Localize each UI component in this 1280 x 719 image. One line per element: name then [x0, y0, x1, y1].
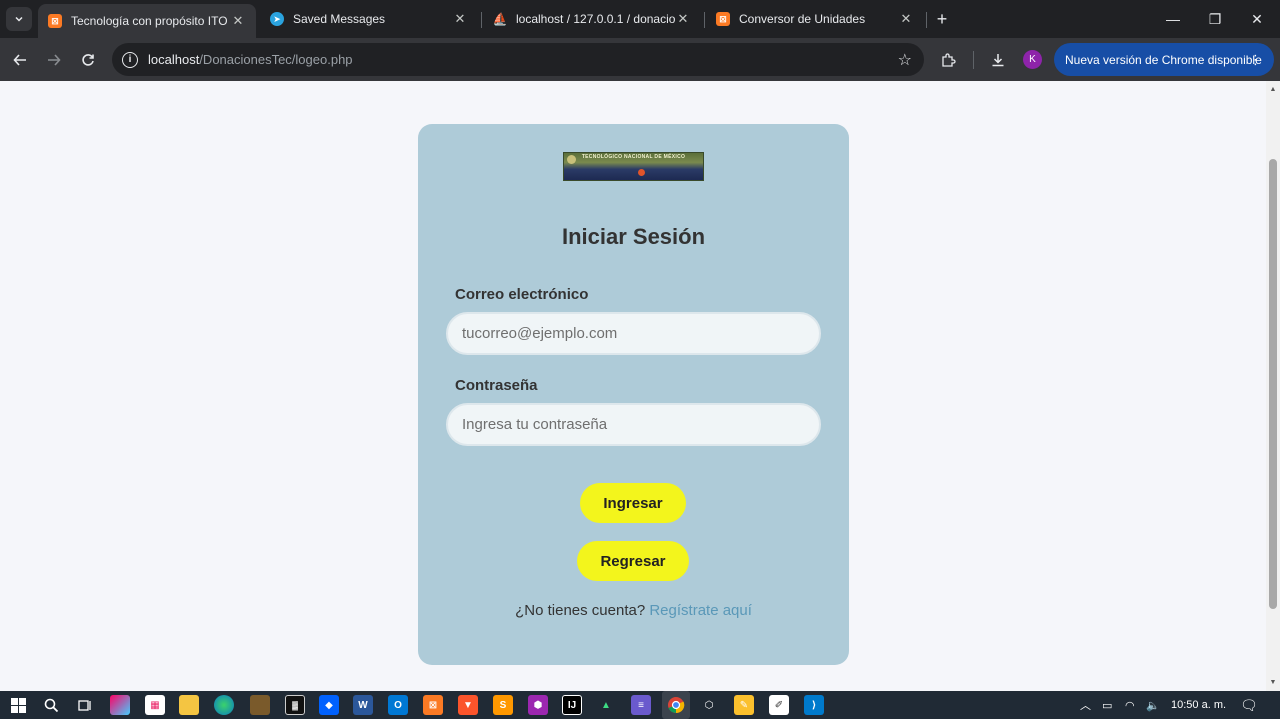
- address-bar[interactable]: i localhost/DonacionesTec/logeo.php ☆: [112, 43, 924, 76]
- phpmyadmin-icon: ⛵: [492, 12, 508, 26]
- scroll-up-icon[interactable]: ▲: [1269, 85, 1277, 93]
- download-icon[interactable]: [986, 48, 1010, 72]
- scroll-thumb[interactable]: [1269, 159, 1277, 609]
- task-view-icon[interactable]: [75, 695, 95, 715]
- tab-title: localhost / 127.0.0.1 / donacion: [516, 12, 675, 26]
- close-tab-icon[interactable]: ✕: [452, 11, 468, 27]
- login-card: TECNOLÓGICO NACIONAL DE MÉXICO Iniciar S…: [418, 124, 849, 665]
- windows-start-icon[interactable]: [8, 695, 28, 715]
- minecraft-icon[interactable]: [250, 695, 270, 715]
- virtualbox-icon[interactable]: ⬡: [699, 695, 719, 715]
- chevron-down-icon: [15, 16, 23, 22]
- telegram-icon: ➤: [270, 12, 284, 26]
- clock[interactable]: 10:50 a. m.: [1171, 691, 1226, 719]
- tab-conversor[interactable]: ⊠ Conversor de Unidades ✕: [706, 4, 924, 34]
- password-label: Contraseña: [455, 377, 538, 394]
- vscode-icon[interactable]: ⟩: [804, 695, 824, 715]
- tab-phpmyadmin[interactable]: ⛵ localhost / 127.0.0.1 / donacion ✕: [483, 4, 701, 34]
- dropbox-icon[interactable]: ◆: [319, 695, 339, 715]
- toolbar-divider: [973, 51, 974, 69]
- restore-icon[interactable]: ❐: [1192, 0, 1238, 38]
- xampp-icon: ⊠: [716, 12, 730, 26]
- register-link[interactable]: Regístrate aquí: [649, 602, 752, 619]
- app-bars-icon[interactable]: ≡: [631, 695, 651, 715]
- search-icon[interactable]: [41, 695, 61, 715]
- update-label: Nueva versión de Chrome disponible: [1065, 52, 1262, 67]
- email-field[interactable]: [446, 312, 821, 355]
- minimize-icon[interactable]: —: [1150, 0, 1196, 38]
- password-field[interactable]: [446, 403, 821, 446]
- page-scrollbar[interactable]: ▲ ▼: [1266, 81, 1280, 691]
- tab-title: Saved Messages: [293, 12, 386, 26]
- edge-icon[interactable]: [214, 695, 234, 715]
- close-window-icon[interactable]: ✕: [1234, 0, 1280, 38]
- back-arrow-icon[interactable]: [8, 48, 32, 72]
- file-explorer-icon[interactable]: [179, 695, 199, 715]
- xampp-icon[interactable]: ⊠: [423, 695, 443, 715]
- capcut-icon[interactable]: ▓: [285, 695, 305, 715]
- login-button[interactable]: Ingresar: [580, 483, 686, 523]
- browser-toolbar: i localhost/DonacionesTec/logeo.php ☆ K …: [0, 38, 1280, 81]
- tab-strip: ⊠ Tecnología con propósito ITO ✕ ➤ Saved…: [0, 0, 1280, 38]
- chrome-icon[interactable]: [662, 691, 690, 719]
- forward-arrow-icon[interactable]: [42, 48, 66, 72]
- app-cube-icon[interactable]: ⬢: [528, 695, 548, 715]
- register-prompt: ¿No tienes cuenta? Regístrate aquí: [418, 602, 849, 619]
- wifi-icon[interactable]: ◠: [1125, 691, 1135, 719]
- bookmark-star-icon[interactable]: ☆: [898, 50, 912, 70]
- more-vert-icon[interactable]: ⋮: [1249, 52, 1262, 68]
- back-button[interactable]: Regresar: [577, 541, 689, 581]
- logo-emblem-icon: [638, 169, 645, 176]
- tab-separator: [481, 12, 482, 28]
- page-title: Iniciar Sesión: [561, 224, 706, 249]
- xampp-icon: ⊠: [48, 14, 62, 28]
- url-text: localhost/DonacionesTec/logeo.php: [148, 52, 353, 67]
- android-studio-icon[interactable]: ▲: [596, 695, 616, 715]
- intellij-icon[interactable]: IJ: [562, 695, 582, 715]
- windows-taskbar: ▦ ▓ ◆ W O ⊠ ▼ S ⬢ IJ ▲ ≡ ⬡ ✎ ✐ ⟩ ︿ ▭ ◠ 🔈…: [0, 691, 1280, 719]
- register-prompt-text: ¿No tienes cuenta?: [515, 602, 646, 619]
- chrome-update-button[interactable]: Nueva versión de Chrome disponible ⋮: [1054, 43, 1274, 76]
- outlook-icon[interactable]: O: [388, 695, 408, 715]
- tab-saved-messages[interactable]: ➤ Saved Messages ✕: [260, 4, 478, 34]
- tab-search-button[interactable]: [6, 7, 32, 31]
- notepad-icon[interactable]: ✎: [734, 695, 754, 715]
- site-info-icon[interactable]: i: [122, 51, 138, 68]
- page-viewport: TECNOLÓGICO NACIONAL DE MÉXICO Iniciar S…: [0, 81, 1266, 691]
- paint-icon[interactable]: ✐: [769, 695, 789, 715]
- profile-avatar[interactable]: K: [1023, 50, 1042, 69]
- close-tab-icon[interactable]: ✕: [898, 11, 914, 27]
- volume-icon[interactable]: 🔈: [1146, 691, 1160, 719]
- scroll-down-icon[interactable]: ▼: [1269, 678, 1277, 686]
- tecnm-logo: TECNOLÓGICO NACIONAL DE MÉXICO: [563, 152, 704, 181]
- extensions-icon[interactable]: [936, 48, 960, 72]
- close-tab-icon[interactable]: ✕: [230, 13, 246, 29]
- copilot-icon[interactable]: [110, 695, 130, 715]
- tab-separator: [926, 12, 927, 28]
- reload-icon[interactable]: [76, 48, 100, 72]
- new-tab-button[interactable]: +: [932, 9, 952, 29]
- tab-tecnologia[interactable]: ⊠ Tecnología con propósito ITO ✕: [38, 4, 256, 38]
- store-icon[interactable]: ▦: [145, 695, 165, 715]
- tab-title: Tecnología con propósito ITO: [71, 14, 228, 28]
- word-icon[interactable]: W: [353, 695, 373, 715]
- tab-separator: [704, 12, 705, 28]
- logo-text: TECNOLÓGICO NACIONAL DE MÉXICO: [581, 154, 686, 160]
- tray-chevron-up-icon[interactable]: ︿: [1080, 691, 1091, 719]
- battery-icon[interactable]: ▭: [1102, 691, 1112, 719]
- tab-title: Conversor de Unidades: [739, 12, 866, 26]
- email-label: Correo electrónico: [455, 286, 589, 303]
- close-tab-icon[interactable]: ✕: [675, 11, 691, 27]
- notification-icon[interactable]: 🗨: [1240, 691, 1258, 719]
- sublime-icon[interactable]: S: [493, 695, 513, 715]
- brave-icon[interactable]: ▼: [458, 695, 478, 715]
